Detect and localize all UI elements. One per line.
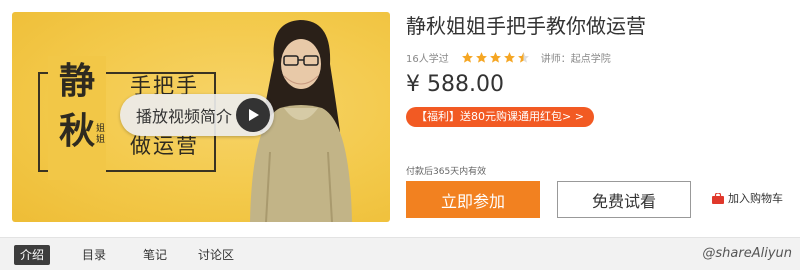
course-tab-bar: 介绍 目录 笔记 讨论区 @shareAliyun xyxy=(0,237,800,270)
tab-discussion[interactable]: 讨论区 xyxy=(192,245,240,265)
star-full-icon xyxy=(461,52,473,63)
add-to-cart-link[interactable]: 加入购物车 xyxy=(712,190,783,206)
cover-title-char-1: 静 xyxy=(58,60,95,102)
star-full-icon xyxy=(489,52,501,63)
join-now-button[interactable]: 立即参加 xyxy=(406,181,540,218)
course-title: 静秋姐姐手把手教你做运营 xyxy=(406,14,646,38)
learner-count: 16人学过 xyxy=(406,54,449,65)
play-video-label: 播放视频简介 xyxy=(136,107,233,126)
watermark-text: @shareAliyun xyxy=(702,246,792,261)
validity-note: 付款后365天内有效 xyxy=(406,167,487,177)
cart-icon xyxy=(712,192,724,204)
cover-title-char-2: 秋 xyxy=(58,110,95,152)
tab-catalog[interactable]: 目录 xyxy=(76,245,112,265)
star-half-icon xyxy=(517,52,529,63)
rating-stars xyxy=(461,51,531,64)
tab-notes[interactable]: 笔记 xyxy=(137,245,173,265)
course-meta: 16人学过 讲师：起点学院 xyxy=(406,50,611,65)
course-cover-image[interactable]: 静 秋 姐姐 手把手 做运营 播放视频简介 xyxy=(12,12,390,222)
add-to-cart-label: 加入购物车 xyxy=(728,192,783,205)
cover-title-column: 静 秋 xyxy=(48,56,106,180)
promo-coupon-badge[interactable]: 【福利】送80元购课通用红包> > xyxy=(406,107,594,127)
play-icon[interactable] xyxy=(236,98,270,132)
star-full-icon xyxy=(475,52,487,63)
free-trial-button[interactable]: 免费试看 xyxy=(557,181,691,218)
course-price: ¥ 588.00 xyxy=(406,72,504,97)
tab-intro[interactable]: 介绍 xyxy=(14,245,51,265)
teacher-name[interactable]: 讲师：起点学院 xyxy=(541,50,611,65)
star-full-icon xyxy=(503,52,515,63)
play-video-intro-button[interactable]: 播放视频简介 xyxy=(120,94,274,136)
cover-seal-text: 姐姐 xyxy=(96,124,106,145)
